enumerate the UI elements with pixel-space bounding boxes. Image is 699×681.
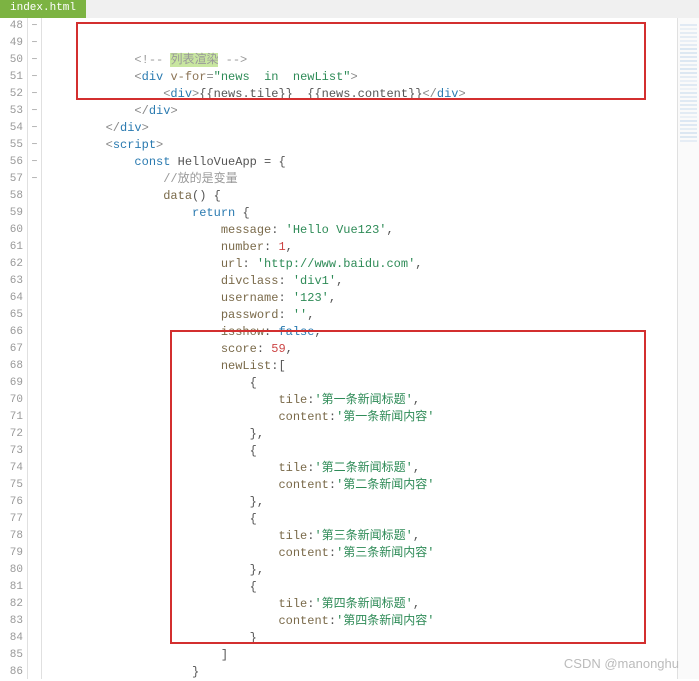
code-line[interactable]: tile:'第二条新闻标题',: [48, 460, 677, 477]
line-number: 73: [0, 443, 23, 460]
line-number: 49: [0, 35, 23, 52]
code-line[interactable]: {: [48, 375, 677, 392]
code-line[interactable]: {: [48, 579, 677, 596]
line-number: 82: [0, 596, 23, 613]
line-number: 55: [0, 137, 23, 154]
fold-marker[interactable]: −: [28, 52, 41, 69]
line-number: 52: [0, 86, 23, 103]
line-number: 65: [0, 307, 23, 324]
code-line[interactable]: newList:[: [48, 358, 677, 375]
fold-marker[interactable]: −: [28, 120, 41, 137]
line-number: 86: [0, 664, 23, 681]
line-number: 51: [0, 69, 23, 86]
code-line[interactable]: ]: [48, 647, 677, 664]
line-number: 62: [0, 256, 23, 273]
code-line[interactable]: <!-- 列表渲染 -->: [48, 52, 677, 69]
line-number: 81: [0, 579, 23, 596]
code-line[interactable]: [48, 18, 677, 35]
line-number: 72: [0, 426, 23, 443]
code-line[interactable]: content:'第四条新闻内容': [48, 613, 677, 630]
fold-marker[interactable]: −: [28, 18, 41, 35]
fold-marker[interactable]: −: [28, 35, 41, 52]
line-number: 77: [0, 511, 23, 528]
code-line[interactable]: isshow: false,: [48, 324, 677, 341]
fold-marker[interactable]: −: [28, 137, 41, 154]
line-number: 67: [0, 341, 23, 358]
line-number: 74: [0, 460, 23, 477]
code-line[interactable]: message: 'Hello Vue123',: [48, 222, 677, 239]
line-number: 84: [0, 630, 23, 647]
file-tab[interactable]: index.html: [0, 0, 86, 18]
code-line[interactable]: username: '123',: [48, 290, 677, 307]
minimap[interactable]: [677, 18, 699, 679]
code-line[interactable]: data() {: [48, 188, 677, 205]
code-line[interactable]: }: [48, 664, 677, 681]
code-area[interactable]: <!-- 列表渲染 --> <div v-for="news in newLis…: [42, 18, 677, 679]
editor: 4849505152535455565758596061626364656667…: [0, 18, 699, 679]
line-number: 78: [0, 528, 23, 545]
tab-bar: index.html: [0, 0, 699, 18]
line-number: 63: [0, 273, 23, 290]
code-line[interactable]: <div v-for="news in newList">: [48, 69, 677, 86]
line-number: 59: [0, 205, 23, 222]
line-number: 75: [0, 477, 23, 494]
line-number-gutter: 4849505152535455565758596061626364656667…: [0, 18, 28, 679]
fold-marker[interactable]: −: [28, 86, 41, 103]
code-line[interactable]: },: [48, 426, 677, 443]
line-number: 54: [0, 120, 23, 137]
code-line[interactable]: divclass: 'div1',: [48, 273, 677, 290]
code-line[interactable]: content:'第一条新闻内容': [48, 409, 677, 426]
code-line[interactable]: content:'第二条新闻内容': [48, 477, 677, 494]
code-line[interactable]: {: [48, 443, 677, 460]
code-line[interactable]: },: [48, 562, 677, 579]
code-line[interactable]: const HelloVueApp = {: [48, 154, 677, 171]
code-line[interactable]: },: [48, 494, 677, 511]
fold-marker[interactable]: −: [28, 103, 41, 120]
line-number: 64: [0, 290, 23, 307]
line-number: 69: [0, 375, 23, 392]
line-number: 85: [0, 647, 23, 664]
code-line[interactable]: tile:'第三条新闻标题',: [48, 528, 677, 545]
line-number: 66: [0, 324, 23, 341]
code-line[interactable]: score: 59,: [48, 341, 677, 358]
code-line[interactable]: </div>: [48, 103, 677, 120]
code-line[interactable]: [48, 35, 677, 52]
code-line[interactable]: </div>: [48, 120, 677, 137]
code-line[interactable]: <div>{{news.tile}} {{news.content}}</div…: [48, 86, 677, 103]
line-number: 79: [0, 545, 23, 562]
code-line[interactable]: password: '',: [48, 307, 677, 324]
line-number: 56: [0, 154, 23, 171]
line-number: 71: [0, 409, 23, 426]
fold-marker[interactable]: −: [28, 154, 41, 171]
line-number: 58: [0, 188, 23, 205]
line-number: 60: [0, 222, 23, 239]
code-line[interactable]: tile:'第一条新闻标题',: [48, 392, 677, 409]
code-line[interactable]: return {: [48, 205, 677, 222]
code-line[interactable]: content:'第三条新闻内容': [48, 545, 677, 562]
code-line[interactable]: {: [48, 511, 677, 528]
code-line[interactable]: number: 1,: [48, 239, 677, 256]
line-number: 68: [0, 358, 23, 375]
code-line[interactable]: //放的是变量: [48, 171, 677, 188]
code-line[interactable]: <script>: [48, 137, 677, 154]
line-number: 76: [0, 494, 23, 511]
line-number: 50: [0, 52, 23, 69]
line-number: 48: [0, 18, 23, 35]
line-number: 70: [0, 392, 23, 409]
line-number: 53: [0, 103, 23, 120]
code-line[interactable]: url: 'http://www.baidu.com',: [48, 256, 677, 273]
line-number: 80: [0, 562, 23, 579]
line-number: 83: [0, 613, 23, 630]
line-number: 61: [0, 239, 23, 256]
fold-marker[interactable]: −: [28, 69, 41, 86]
fold-marker[interactable]: −: [28, 171, 41, 188]
fold-gutter: −−−−−−−−−−: [28, 18, 42, 679]
line-number: 57: [0, 171, 23, 188]
code-line[interactable]: }: [48, 630, 677, 647]
code-line[interactable]: tile:'第四条新闻标题',: [48, 596, 677, 613]
